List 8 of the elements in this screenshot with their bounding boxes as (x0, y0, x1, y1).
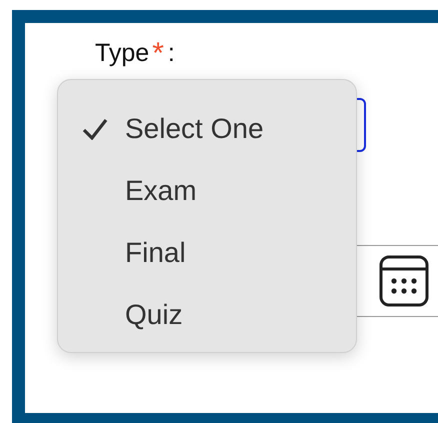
menu-option[interactable]: Final (58, 222, 356, 284)
field-label: Type (95, 39, 150, 68)
required-mark: * (152, 39, 164, 69)
menu-option[interactable]: Exam (58, 160, 356, 222)
menu-option[interactable]: Quiz (58, 284, 356, 346)
menu-option[interactable]: Select One (58, 98, 356, 160)
calendar-icon[interactable] (379, 255, 429, 307)
label-colon: : (168, 39, 175, 68)
